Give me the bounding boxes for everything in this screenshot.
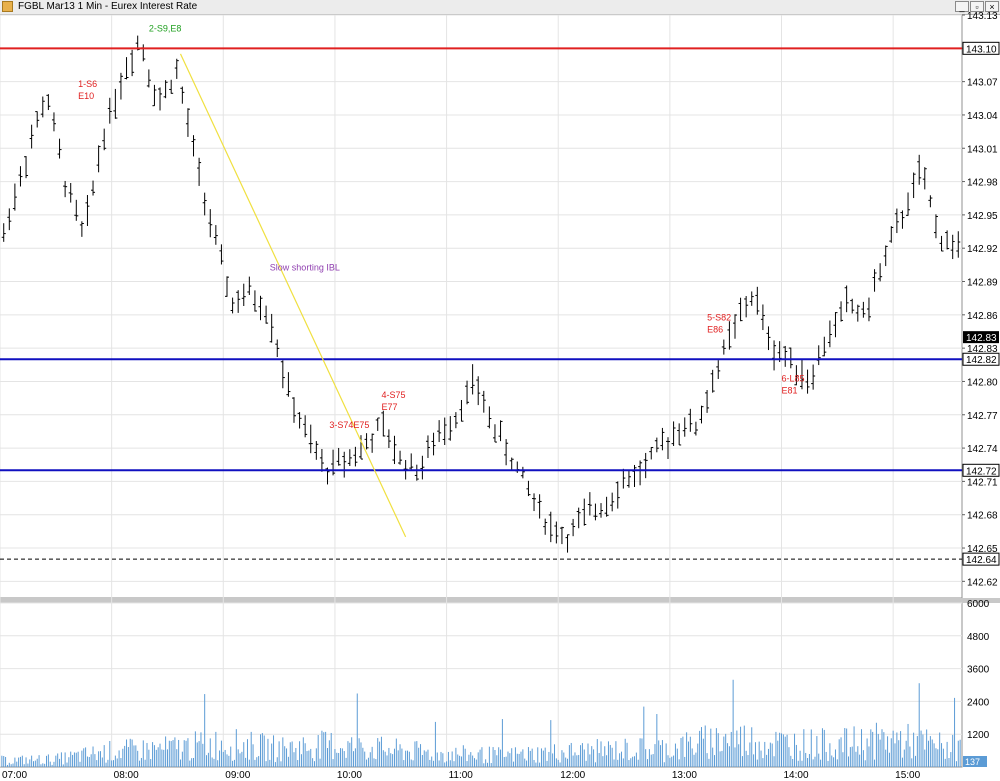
level-label: 142.72 xyxy=(966,466,997,477)
volume-tick-label: 1200 xyxy=(967,730,990,741)
volume-tick-label: 4800 xyxy=(967,632,990,643)
x-tick-label: 12:00 xyxy=(560,770,585,781)
y-tick-label: 142.68 xyxy=(967,511,998,522)
trade-annotation: 4-S75 xyxy=(381,390,405,400)
trade-annotation: E81 xyxy=(782,385,798,395)
volume-tick-label: 6000 xyxy=(967,599,990,610)
last-price-label: 142.83 xyxy=(966,333,997,344)
price-volume-chart[interactable]: 07:00 08:00 09:00 10:00 11:00 12:00 13:00 14:00… xyxy=(0,0,1000,781)
panel-splitter xyxy=(0,598,1000,603)
y-tick-label: 142.92 xyxy=(967,244,998,255)
y-tick-label: 142.80 xyxy=(967,377,998,388)
y-tick-label: 142.71 xyxy=(967,477,998,488)
trade-annotation: E10 xyxy=(78,91,94,101)
volume-tick-label: 2400 xyxy=(967,697,990,708)
price-panel xyxy=(0,14,963,599)
x-tick-label: 15:00 xyxy=(895,770,920,781)
x-tick-label: 14:00 xyxy=(784,770,809,781)
last-volume-label: 137 xyxy=(965,757,980,767)
level-label: 142.64 xyxy=(966,555,997,566)
y-tick-label: 142.98 xyxy=(967,178,998,189)
level-label: 142.82 xyxy=(966,355,997,366)
x-tick-label: 11:00 xyxy=(449,770,474,781)
x-tick-label: 13:00 xyxy=(672,770,697,781)
y-tick-label: 143.04 xyxy=(967,111,998,122)
x-tick-label: 08:00 xyxy=(114,770,139,781)
level-label: 143.10 xyxy=(966,44,997,55)
trade-annotation: E77 xyxy=(381,402,397,412)
y-tick-label: 143.13 xyxy=(967,11,998,22)
y-tick-label: 143.07 xyxy=(967,78,998,89)
trade-annotation: 2-S9,E8 xyxy=(149,24,182,34)
y-tick-label: 142.77 xyxy=(967,411,998,422)
y-tick-label: 142.89 xyxy=(967,278,998,289)
y-tick-label: 142.95 xyxy=(967,211,998,222)
volume-panel xyxy=(0,602,963,768)
trade-annotation: Slow shorting IBL xyxy=(270,262,340,272)
x-tick-label: 09:00 xyxy=(225,770,250,781)
trade-annotation: 3-S74E75 xyxy=(329,420,369,430)
x-tick-label: 07:00 xyxy=(2,770,27,781)
volume-tick-label: 3600 xyxy=(967,665,990,676)
trade-annotation: 5-S82 xyxy=(707,312,731,322)
y-tick-label: 142.62 xyxy=(967,577,998,588)
x-tick-label: 10:00 xyxy=(337,770,362,781)
trade-annotation: 6-L85 xyxy=(782,373,805,383)
y-tick-label: 142.74 xyxy=(967,444,998,455)
y-tick-label: 143.01 xyxy=(967,144,998,155)
y-tick-label: 142.86 xyxy=(967,311,998,322)
trade-annotation: E86 xyxy=(707,324,723,334)
trade-annotation: 1-S6 xyxy=(78,79,97,89)
